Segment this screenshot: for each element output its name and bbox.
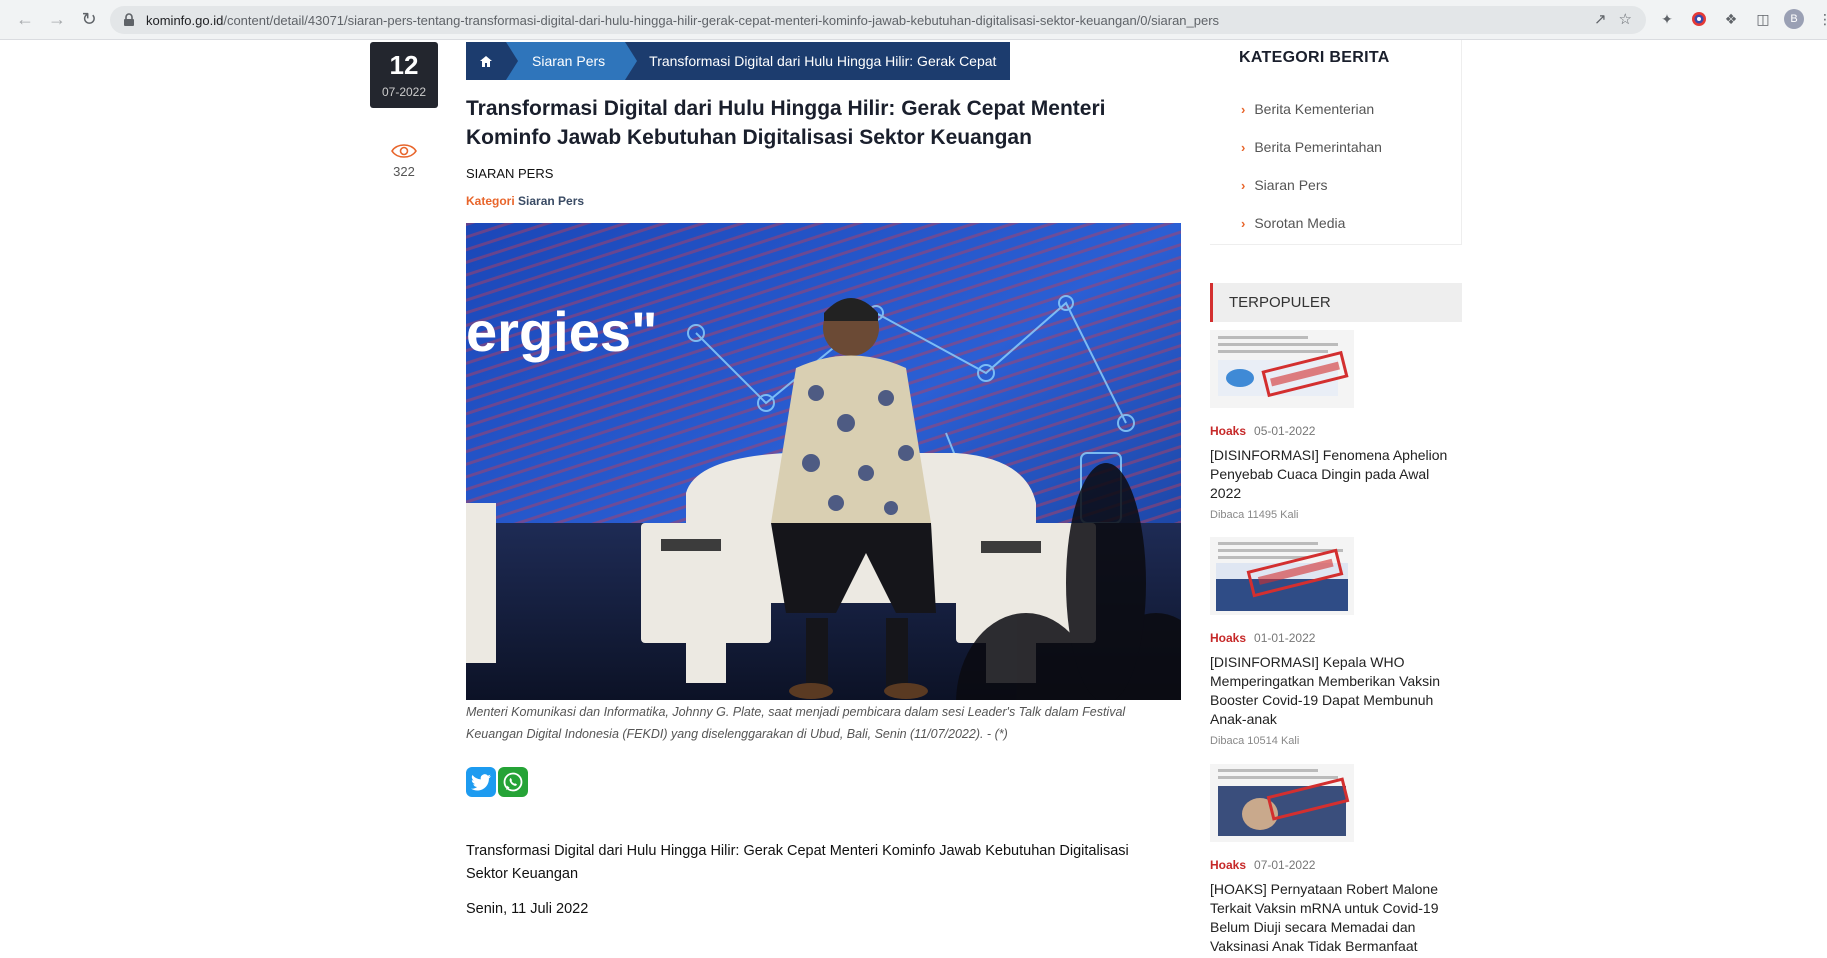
popular-tag[interactable]: Hoaks xyxy=(1210,424,1246,438)
chevron-right-icon: › xyxy=(1241,215,1246,231)
popular-thumbnail[interactable] xyxy=(1210,537,1354,615)
breadcrumb-home[interactable] xyxy=(466,42,518,80)
menu-dots-icon[interactable]: ⋮ xyxy=(1814,8,1827,30)
popular-reads: Dibaca 10514 Kali xyxy=(1210,735,1300,747)
share-buttons xyxy=(466,767,528,797)
popular-thumbnail[interactable] xyxy=(1210,330,1354,408)
popular-title[interactable]: [DISINFORMASI] Kepala WHO Memperingatkan… xyxy=(1210,653,1460,729)
url-path: /content/detail/43071/siaran-pers-tentan… xyxy=(223,12,1220,28)
whatsapp-share-button[interactable] xyxy=(498,767,528,797)
side-panel-icon[interactable]: ◫ xyxy=(1752,8,1774,30)
lock-icon xyxy=(124,13,134,26)
home-icon xyxy=(480,55,492,67)
popular-date: 05-01-2022 xyxy=(1254,424,1316,438)
breadcrumb-current: Transformasi Digital dari Hulu Hingga Hi… xyxy=(649,53,997,69)
category-item-siaran-pers[interactable]: › Siaran Pers xyxy=(1241,166,1382,204)
category-item-sorotan-media[interactable]: › Sorotan Media xyxy=(1241,204,1382,242)
chevron-right-icon: › xyxy=(1241,177,1246,193)
popular-heading: TERPOPULER xyxy=(1210,283,1462,322)
browser-toolbar: ← → ↻ kominfo.go.id/content/detail/43071… xyxy=(0,0,1827,40)
popular-reads: Dibaca 11495 Kali xyxy=(1210,509,1299,521)
category-item-berita-kementerian[interactable]: › Berita Kementerian xyxy=(1241,90,1382,128)
url-domain: kominfo.go.id xyxy=(146,12,224,28)
twitter-share-button[interactable] xyxy=(466,767,496,797)
reload-icon[interactable]: ↻ xyxy=(74,5,104,35)
photo-caption: Menteri Komunikasi dan Informatika, John… xyxy=(466,705,1126,741)
popular-tag[interactable]: Hoaks xyxy=(1210,631,1246,645)
forward-icon[interactable]: → xyxy=(42,5,72,35)
breadcrumb: Siaran Pers Transformasi Digital dari Hu… xyxy=(466,42,1011,80)
view-count: 322 xyxy=(393,164,415,179)
article-title: Transformasi Digital dari Hulu Hingga Hi… xyxy=(466,97,1106,149)
popular-item[interactable]: Hoaks 05-01-2022 [DISINFORMASI] Fenomena … xyxy=(1210,330,1460,521)
puzzle-icon[interactable]: ❖ xyxy=(1720,8,1742,30)
twitter-icon xyxy=(471,773,491,790)
popular-date: 07-01-2022 xyxy=(1254,858,1316,872)
share-page-icon[interactable]: ↗ xyxy=(1594,10,1607,28)
eye-icon xyxy=(391,144,417,158)
publish-month-year: 07-2022 xyxy=(381,85,427,99)
profile-avatar[interactable]: B xyxy=(1784,9,1804,29)
bookmark-star-icon[interactable]: ☆ xyxy=(1619,10,1632,28)
lead-date: Senin, 11 Juli 2022 xyxy=(466,901,589,917)
publish-date-box: 12 07-2022 xyxy=(370,42,438,108)
category-link[interactable]: Siaran Pers xyxy=(518,194,584,208)
breadcrumb-section[interactable]: Siaran Pers xyxy=(506,42,638,80)
chevron-right-icon: › xyxy=(1241,101,1246,117)
address-bar[interactable]: kominfo.go.id/content/detail/43071/siara… xyxy=(110,6,1646,34)
article-photo: ergies" xyxy=(466,223,1181,700)
lead-title: Transformasi Digital dari Hulu Hingga Hi… xyxy=(466,843,1129,882)
whatsapp-icon xyxy=(503,772,523,792)
photo-banner-text: ergies" xyxy=(466,300,658,363)
chevron-right-icon: › xyxy=(1241,139,1246,155)
view-counter: 322 xyxy=(370,142,438,179)
back-icon[interactable]: ← xyxy=(10,5,40,35)
category-list: › Berita Kementerian › Berita Pemerintahan… xyxy=(1241,90,1382,242)
popular-title[interactable]: [HOAKS] Pernyataan Robert Malone Terkait… xyxy=(1210,880,1460,956)
popular-tag[interactable]: Hoaks xyxy=(1210,858,1246,872)
popular-item[interactable]: Hoaks 07-01-2022 [HOAKS] Pernyataan Rober… xyxy=(1210,764,1460,956)
article-category: Kategori Siaran Pers xyxy=(466,194,585,208)
popular-thumbnail[interactable] xyxy=(1210,764,1354,842)
category-item-berita-pemerintahan[interactable]: › Berita Pemerintahan xyxy=(1241,128,1382,166)
popular-item[interactable]: Hoaks 01-01-2022 [DISINFORMASI] Kepala WH… xyxy=(1210,537,1460,747)
popular-title[interactable]: [DISINFORMASI] Fenomena Aphelion Penyeba… xyxy=(1210,446,1460,503)
article-type-label: SIARAN PERS xyxy=(466,166,554,181)
publish-day: 12 xyxy=(389,50,419,80)
extension-icon[interactable]: ✦ xyxy=(1656,8,1678,30)
color-extension-icon[interactable] xyxy=(1688,8,1710,30)
category-heading: KATEGORI BERITA xyxy=(1239,49,1390,66)
popular-date: 01-01-2022 xyxy=(1254,631,1316,645)
